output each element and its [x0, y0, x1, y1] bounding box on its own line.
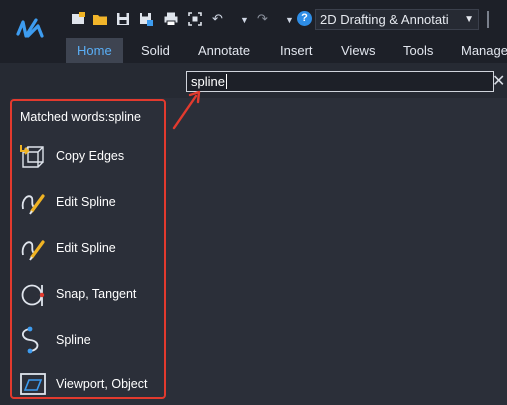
- result-item-edit-spline[interactable]: Edit Spline: [16, 231, 162, 265]
- app-window: ↶ ▼ ↷ ▼ ? 2D Drafting & Annotati ▼ Home …: [0, 0, 507, 405]
- tab-solid[interactable]: Solid: [141, 38, 170, 63]
- tab-home[interactable]: Home: [66, 38, 123, 63]
- result-item-edit-spline[interactable]: Edit Spline: [16, 185, 162, 219]
- help-icon[interactable]: ?: [297, 11, 312, 26]
- tab-annotate[interactable]: Annotate: [198, 38, 250, 63]
- open-folder-icon[interactable]: [92, 11, 108, 27]
- snap-tangent-icon: [21, 284, 45, 306]
- tab-manage[interactable]: Manage: [461, 38, 507, 63]
- text-cursor: [226, 74, 227, 89]
- workspace-select[interactable]: 2D Drafting & Annotati ▼: [315, 9, 479, 30]
- result-label: Spline: [56, 333, 91, 347]
- tab-insert[interactable]: Insert: [280, 38, 313, 63]
- undo-dropdown-icon[interactable]: ▼: [240, 11, 249, 29]
- save-as-icon[interactable]: [138, 11, 154, 27]
- redo-icon[interactable]: ↷: [257, 10, 268, 28]
- copy-edges-icon: [20, 145, 44, 168]
- edit-spline-icon: [21, 240, 45, 261]
- zoom-extents-icon[interactable]: [187, 11, 203, 27]
- results-header: Matched words:spline: [20, 110, 141, 124]
- chevron-down-icon: ▼: [460, 10, 474, 29]
- quick-access-toolbar: ↶ ▼ ↷ ▼ ? 2D Drafting & Annotati ▼: [0, 0, 507, 38]
- search-results-panel: Matched words:spline Copy Edges Edit Spl…: [10, 99, 166, 399]
- toolbar-separator: [487, 11, 489, 28]
- result-item-spline[interactable]: Spline: [16, 323, 162, 357]
- redo-dropdown-icon[interactable]: ▼: [285, 11, 294, 29]
- print-icon[interactable]: [163, 11, 179, 27]
- command-search-input[interactable]: [186, 71, 494, 92]
- side-strip: [0, 98, 10, 405]
- result-item-snap-tangent[interactable]: Snap, Tangent: [16, 277, 162, 311]
- result-label: Edit Spline: [56, 241, 116, 255]
- viewport-object-icon: [20, 373, 46, 395]
- tab-tools[interactable]: Tools: [403, 38, 433, 63]
- result-item-copy-edges[interactable]: Copy Edges: [16, 139, 162, 173]
- spline-icon: [21, 326, 39, 354]
- result-label: Edit Spline: [56, 195, 116, 209]
- clear-search-icon[interactable]: ✕: [492, 72, 507, 91]
- save-icon[interactable]: [115, 11, 131, 27]
- edit-spline-icon: [21, 194, 45, 215]
- workspace-value: 2D Drafting & Annotati: [320, 12, 449, 27]
- result-label: Copy Edges: [56, 149, 125, 163]
- result-label: Snap, Tangent: [56, 287, 137, 301]
- result-label: Viewport, Object: [56, 377, 148, 391]
- result-item-viewport-object[interactable]: Viewport, Object: [16, 367, 162, 401]
- ribbon-tab-bar: Home Solid Annotate Insert Views Tools M…: [0, 38, 507, 63]
- new-file-icon[interactable]: [70, 11, 86, 27]
- tab-views[interactable]: Views: [341, 38, 375, 63]
- callout-arrow-icon: [172, 90, 201, 130]
- undo-icon[interactable]: ↶: [212, 10, 223, 28]
